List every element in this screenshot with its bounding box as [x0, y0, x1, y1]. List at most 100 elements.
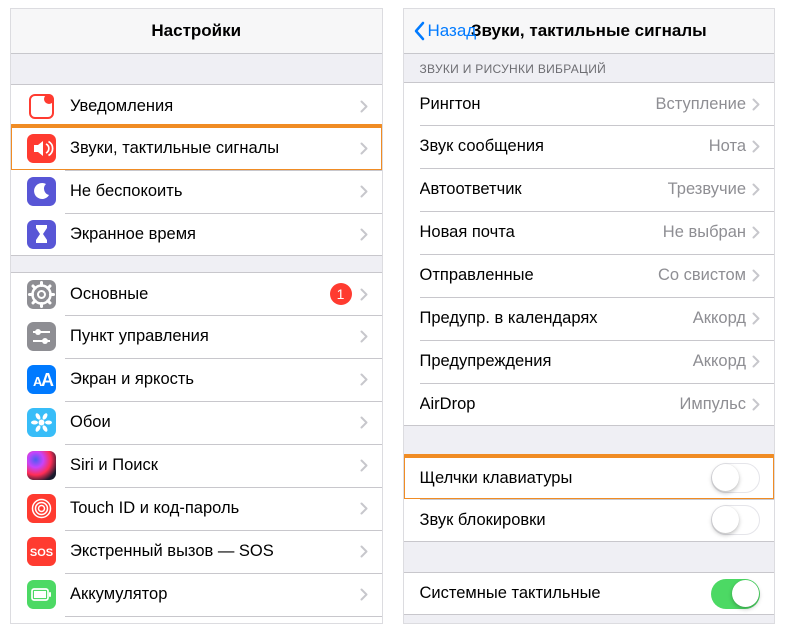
settings-row-screentime[interactable]: Экранное время [11, 213, 382, 256]
section-header-sounds: ЗВУКИ И РИСУНКИ ВИБРАЦИЙ [404, 56, 775, 82]
chevron-right-icon [360, 545, 368, 558]
settings-row-sos[interactable]: SOS Экстренный вызов — SOS [11, 530, 382, 573]
toggle-row: Звук блокировки [404, 499, 775, 542]
notifications-icon [27, 92, 56, 121]
row-label: Экранное время [70, 225, 360, 244]
row-value: Не выбран [663, 223, 746, 242]
sound-row[interactable]: ПредупрежденияАккорд [404, 340, 775, 383]
chevron-right-icon [360, 142, 368, 155]
badge: 1 [330, 283, 352, 305]
row-label: Системные тактильные [420, 584, 712, 603]
flower-icon [27, 408, 56, 437]
row-label: Автоответчик [420, 180, 668, 199]
row-label: Уведомления [70, 97, 360, 116]
settings-row-wallpaper[interactable]: Обои [11, 401, 382, 444]
moon-icon [27, 177, 56, 206]
chevron-right-icon [360, 588, 368, 601]
row-label: Звук сообщения [420, 137, 709, 156]
row-label: Рингтон [420, 95, 656, 114]
nav-bar: Назад Звуки, тактильные сигналы [404, 9, 775, 54]
settings-row-general[interactable]: Основные1 [11, 272, 382, 315]
chevron-right-icon [360, 459, 368, 472]
sounds-screen: Назад Звуки, тактильные сигналы ЗВУКИ И … [403, 8, 776, 624]
sounds-content: ЗВУКИ И РИСУНКИ ВИБРАЦИЙ РингтонВступлен… [404, 54, 775, 623]
row-value: Аккорд [693, 309, 746, 328]
row-value: Вступление [656, 95, 747, 114]
sound-row[interactable]: AirDropИмпульс [404, 383, 775, 426]
settings-row-privacy[interactable]: Конфиденциальность [11, 616, 382, 623]
row-value: Аккорд [693, 352, 746, 371]
row-value: Со свистом [658, 266, 746, 285]
settings-content: Уведомления Звуки, тактильные сигналы Не б… [11, 54, 382, 623]
gear-icon [27, 280, 56, 309]
hourglass-icon [27, 220, 56, 249]
speaker-icon [27, 134, 56, 163]
sound-row[interactable]: РингтонВступление [404, 82, 775, 125]
row-label: Предупр. в календарях [420, 309, 693, 328]
chevron-right-icon [360, 416, 368, 429]
chevron-left-icon [413, 21, 425, 41]
chevron-right-icon [360, 228, 368, 241]
switches-icon [27, 322, 56, 351]
toggle-row: Щелчки клавиатуры [404, 456, 775, 499]
hand-icon [27, 623, 56, 624]
chevron-right-icon [752, 269, 760, 282]
section-footer-haptics: Воспроизводите тактильные сигналы при уп… [404, 615, 775, 623]
chevron-right-icon [360, 288, 368, 301]
chevron-right-icon [360, 330, 368, 343]
nav-title: Звуки, тактильные сигналы [471, 21, 707, 41]
chevron-right-icon [360, 502, 368, 515]
settings-row-siri[interactable]: Siri и Поиск [11, 444, 382, 487]
sound-row[interactable]: АвтоответчикТрезвучие [404, 168, 775, 211]
back-label: Назад [428, 21, 477, 41]
row-label: Звук блокировки [420, 511, 712, 530]
toggle-row: Системные тактильные [404, 572, 775, 615]
fingerprint-icon [27, 494, 56, 523]
chevron-right-icon [360, 100, 368, 113]
settings-row-control[interactable]: Пункт управления [11, 315, 382, 358]
settings-row-battery[interactable]: Аккумулятор [11, 573, 382, 616]
toggle[interactable] [711, 505, 760, 535]
row-label: Основные [70, 285, 330, 304]
battery-icon [27, 580, 56, 609]
sos-icon: SOS [27, 537, 56, 566]
toggle[interactable] [711, 579, 760, 609]
chevron-right-icon [752, 140, 760, 153]
back-button[interactable]: Назад [413, 21, 477, 41]
row-value: Нота [709, 137, 746, 156]
sound-row[interactable]: ОтправленныеСо свистом [404, 254, 775, 297]
text-size-icon: AA [27, 365, 56, 394]
settings-row-touchid[interactable]: Touch ID и код-пароль [11, 487, 382, 530]
row-label: Siri и Поиск [70, 456, 360, 475]
chevron-right-icon [752, 183, 760, 196]
row-label: Новая почта [420, 223, 663, 242]
svg-text:A: A [41, 370, 54, 390]
row-label: Не беспокоить [70, 182, 360, 201]
sound-row[interactable]: Новая почтаНе выбран [404, 211, 775, 254]
settings-row-dnd[interactable]: Не беспокоить [11, 170, 382, 213]
row-value: Импульс [680, 395, 747, 414]
row-label: Экран и яркость [70, 370, 360, 389]
row-label: Отправленные [420, 266, 658, 285]
row-label: Звуки, тактильные сигналы [70, 139, 360, 158]
row-label: AirDrop [420, 395, 680, 414]
chevron-right-icon [752, 355, 760, 368]
settings-row-display[interactable]: AA Экран и яркость [11, 358, 382, 401]
row-label: Аккумулятор [70, 585, 360, 604]
row-label: Touch ID и код-пароль [70, 499, 360, 518]
row-label: Экстренный вызов — SOS [70, 542, 360, 561]
nav-title: Настройки [151, 21, 241, 41]
settings-row-sounds[interactable]: Звуки, тактильные сигналы [11, 127, 382, 170]
row-value: Трезвучие [668, 180, 746, 199]
siri-icon [27, 451, 56, 480]
sound-row[interactable]: Предупр. в календаряхАккорд [404, 297, 775, 340]
chevron-right-icon [360, 185, 368, 198]
toggle[interactable] [711, 463, 760, 493]
settings-row-notifications[interactable]: Уведомления [11, 84, 382, 127]
row-label: Предупреждения [420, 352, 693, 371]
sound-row[interactable]: Звук сообщенияНота [404, 125, 775, 168]
chevron-right-icon [752, 312, 760, 325]
row-label: Обои [70, 413, 360, 432]
row-label: Пункт управления [70, 327, 360, 346]
settings-screen: Настройки Уведомления Звуки, тактильные с… [10, 8, 383, 624]
